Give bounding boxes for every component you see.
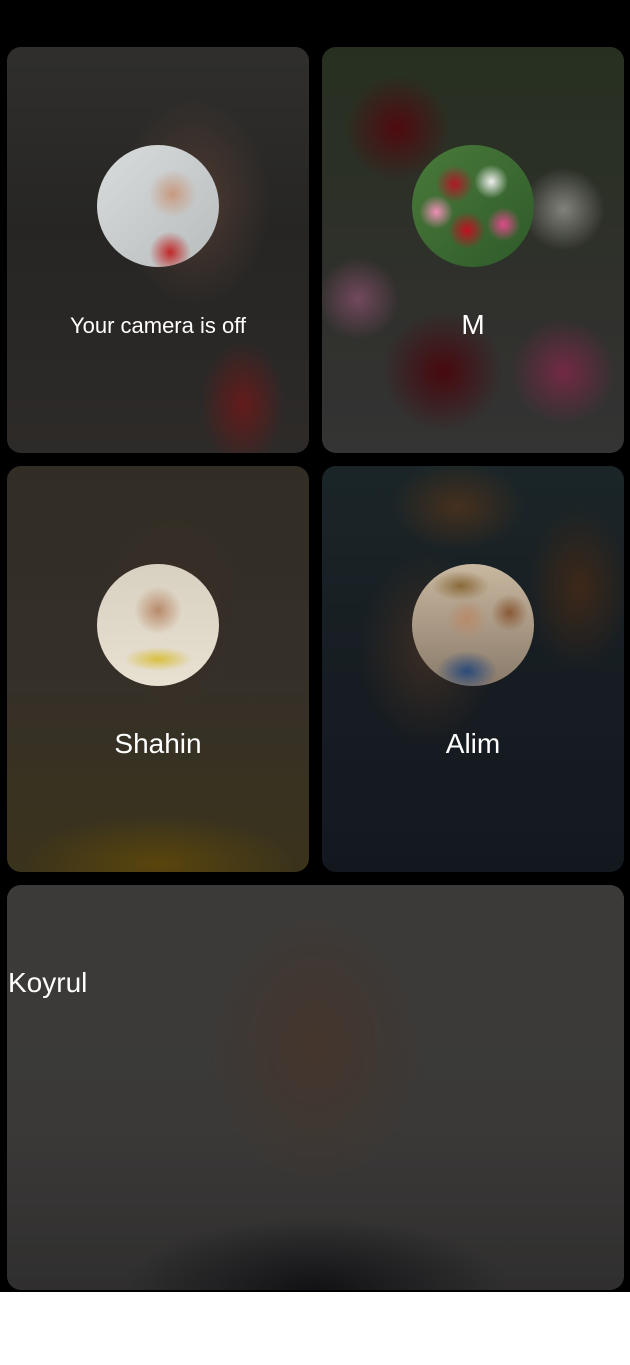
participant-name: Alim <box>445 728 501 759</box>
avatar <box>97 564 219 686</box>
tile-overlay <box>7 885 624 1290</box>
participant-tile-shahin[interactable]: Shahin <box>7 466 309 872</box>
participant-name: Your camera is off <box>69 313 247 338</box>
participant-name: M <box>461 309 485 340</box>
participant-tile-koyrul[interactable]: Koyrul <box>7 885 624 1290</box>
video-call-grid: Your camera is off M Shahin Alim Koyrul <box>0 0 630 1292</box>
participant-name: Shahin <box>114 728 202 759</box>
participant-tile-alim[interactable]: Alim <box>322 466 624 872</box>
avatar <box>412 564 534 686</box>
participant-tile-m[interactable]: M <box>322 47 624 453</box>
participant-name: Koyrul <box>8 967 88 998</box>
avatar <box>97 145 219 267</box>
participant-tile-self[interactable]: Your camera is off <box>7 47 309 453</box>
avatar <box>412 145 534 267</box>
